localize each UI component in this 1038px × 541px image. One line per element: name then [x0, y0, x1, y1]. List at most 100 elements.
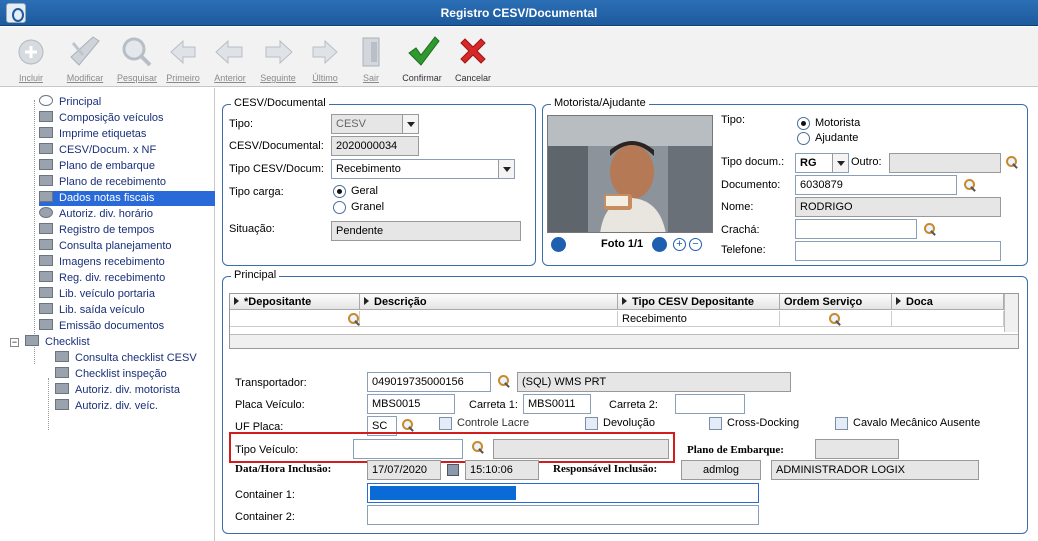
tree-item-lib-saida-veiculo[interactable]: Lib. saída veículo: [39, 303, 145, 318]
confirmar-button[interactable]: Confirmar: [398, 29, 446, 85]
seguinte-button[interactable]: Seguinte: [258, 29, 298, 85]
grid-cell[interactable]: [780, 311, 892, 327]
placa-label: Placa Veículo:: [235, 399, 305, 411]
search-icon[interactable]: [1005, 155, 1019, 169]
tree-item-dados-notas-fiscais[interactable]: Dados notas fiscais: [39, 191, 215, 206]
vertical-scrollbar[interactable]: [1004, 294, 1018, 332]
search-icon[interactable]: [347, 312, 361, 326]
photo-next-icon[interactable]: [652, 237, 667, 252]
tipo-select[interactable]: CESV: [331, 114, 419, 134]
sair-button[interactable]: Sair: [353, 29, 389, 85]
col-descricao[interactable]: Descrição: [360, 294, 618, 310]
search-icon[interactable]: [471, 440, 485, 454]
search-icon[interactable]: [401, 418, 415, 432]
tipo-cesv-select[interactable]: Recebimento: [331, 159, 515, 179]
tree-item-composicao-veiculos[interactable]: Composição veículos: [39, 111, 164, 126]
plano-embarque-field[interactable]: [815, 439, 899, 459]
modificar-button[interactable]: Modificar: [62, 29, 108, 85]
truck-icon: [55, 399, 69, 410]
tree-item-registro-tempos[interactable]: Registro de tempos: [39, 223, 154, 238]
devolucao-checkbox[interactable]: [585, 417, 598, 430]
placa-field[interactable]: MBS0015: [367, 394, 455, 414]
sort-icon: [234, 297, 239, 305]
outro-field[interactable]: [889, 153, 1001, 173]
situacao-field[interactable]: Pendente: [331, 221, 521, 241]
tree-item-reg-div-recebimento[interactable]: Reg. div. recebimento: [39, 271, 165, 286]
cancelar-button[interactable]: Cancelar: [450, 29, 496, 85]
tree-item-consulta-checklist-cesv[interactable]: Consulta checklist CESV: [55, 351, 197, 366]
search-icon[interactable]: [828, 312, 842, 326]
tree-item-imprime-etiquetas[interactable]: Imprime etiquetas: [39, 127, 146, 142]
transportador-field[interactable]: 049019735000156: [367, 372, 491, 392]
col-doca[interactable]: Doca: [892, 294, 1004, 310]
tree-item-lib-veiculo-portaria[interactable]: Lib. veículo portaria: [39, 287, 155, 302]
telefone-field[interactable]: [795, 241, 1001, 261]
collapse-icon[interactable]: −: [10, 338, 19, 347]
cavalo-mecanico-checkbox[interactable]: [835, 417, 848, 430]
tree-item-cesv-docum-nf[interactable]: CESV/Docum. x NF: [39, 143, 156, 158]
search-icon[interactable]: [963, 178, 977, 192]
carreta1-label: Carreta 1:: [469, 399, 518, 411]
grid-cell-tipo[interactable]: Recebimento: [618, 311, 780, 327]
col-tipo-cesv[interactable]: Tipo CESV Depositante: [618, 294, 780, 310]
search-icon[interactable]: [497, 374, 511, 388]
incluir-button[interactable]: Incluir: [14, 29, 48, 85]
search-icon[interactable]: [923, 222, 937, 236]
text-selection: [370, 486, 516, 500]
carreta2-field[interactable]: [675, 394, 745, 414]
tree-item-principal[interactable]: Principal: [39, 95, 101, 110]
driver-photo-image: [548, 116, 712, 232]
col-ordem-servico[interactable]: Ordem Serviço: [780, 294, 892, 310]
ajudante-radio[interactable]: [797, 132, 810, 145]
ultimo-button[interactable]: Último: [305, 29, 345, 85]
pesquisar-button[interactable]: Pesquisar: [114, 29, 160, 85]
tree-item-autoriz-div-horario[interactable]: Autoriz. div. horário: [39, 207, 153, 222]
tree-item-consulta-planejamento[interactable]: Consulta planejamento: [39, 239, 172, 254]
tree-item-plano-recebimento[interactable]: Plano de recebimento: [39, 175, 166, 190]
calendar-icon[interactable]: [447, 464, 459, 476]
tipo-docum-select[interactable]: RG: [795, 153, 849, 173]
timer-icon: [39, 223, 53, 234]
tree-item-emissao-documentos[interactable]: Emissão documentos: [39, 319, 164, 334]
motorista-label: Motorista: [815, 117, 861, 129]
grid-cell[interactable]: [230, 311, 360, 327]
primeiro-button[interactable]: Primeiro: [164, 29, 202, 85]
container2-field[interactable]: [367, 505, 759, 525]
tree-item-checklist-inspecao[interactable]: Checklist inspeção: [55, 367, 167, 382]
tipo-veiculo-field[interactable]: [353, 439, 463, 459]
horizontal-scrollbar[interactable]: [230, 334, 1018, 348]
carga-geral-radio[interactable]: [333, 185, 346, 198]
sort-icon: [896, 297, 901, 305]
search-icon: [122, 37, 152, 67]
telefone-label: Telefone:: [721, 244, 766, 256]
motorista-radio[interactable]: [797, 117, 810, 130]
cross-docking-checkbox[interactable]: [709, 417, 722, 430]
photo-remove-icon[interactable]: −: [689, 238, 702, 251]
nome-field[interactable]: RODRIGO: [795, 197, 1001, 217]
grid-cell[interactable]: [360, 311, 618, 327]
plano-embarque-label: Plano de Embarque:: [687, 444, 784, 456]
tree-item-autoriz-div-veic[interactable]: Autoriz. div. veíc.: [55, 399, 158, 414]
documento-label: Documento:: [721, 179, 781, 191]
grid-cell[interactable]: [892, 311, 1004, 327]
tipo-cesv-label: Tipo CESV/Docum:: [229, 163, 324, 175]
documento-field[interactable]: 6030879: [795, 175, 957, 195]
photo-prev-icon[interactable]: [551, 237, 566, 252]
controle-lacre-checkbox[interactable]: [439, 417, 452, 430]
carga-granel-radio[interactable]: [333, 201, 346, 214]
tree-item-plano-embarque[interactable]: Plano de embarque: [39, 159, 155, 174]
anterior-button[interactable]: Anterior: [210, 29, 250, 85]
cracha-field[interactable]: [795, 219, 917, 239]
container1-field[interactable]: [367, 483, 759, 503]
tipo-veiculo-desc: [493, 439, 669, 459]
checklist-icon: [25, 335, 39, 346]
carreta1-field[interactable]: MBS0011: [523, 394, 591, 414]
cesv-field[interactable]: 2020000034: [331, 136, 419, 156]
tree-item-imagens-recebimento[interactable]: Imagens recebimento: [39, 255, 165, 270]
tree-item-checklist[interactable]: Checklist: [25, 335, 90, 350]
tree-item-autoriz-div-motorista[interactable]: Autoriz. div. motorista: [55, 383, 180, 398]
col-depositante[interactable]: *Depositante: [230, 294, 360, 310]
photo-add-icon[interactable]: +: [673, 238, 686, 251]
navigation-tree: Principal Composição veículos Imprime et…: [7, 88, 215, 541]
truck-icon: [39, 303, 53, 314]
